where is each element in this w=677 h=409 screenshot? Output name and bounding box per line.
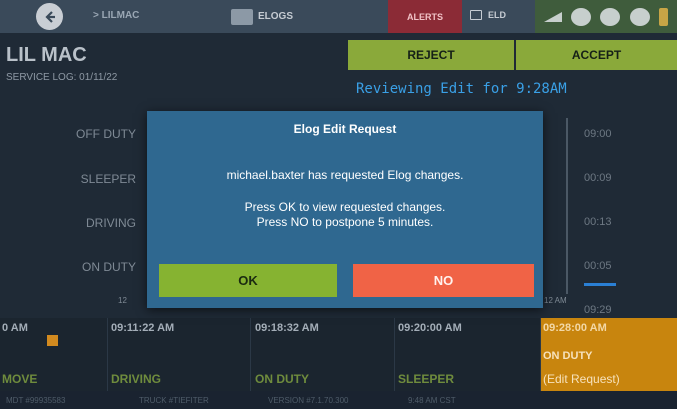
- event-time: 0 AM: [2, 322, 28, 334]
- event-time: 09:20:00 AM: [398, 322, 462, 334]
- footer-time: 9:48 AM CST: [408, 396, 456, 405]
- dialog-message: michael.baxter has requested Elog change…: [226, 168, 464, 182]
- ok-button[interactable]: OK: [159, 264, 337, 297]
- truck-icon: [600, 7, 621, 26]
- row-total-on-duty: 00:05: [584, 260, 612, 272]
- share-icon: [470, 10, 482, 20]
- elogs-icon: [231, 8, 253, 25]
- vehicle-breadcrumb[interactable]: > LILMAC: [93, 10, 139, 21]
- back-button[interactable]: [36, 3, 63, 30]
- event-status: MOVE: [2, 372, 38, 386]
- top-bar: > LILMAC ELOGS ALERTS ELD: [0, 0, 677, 33]
- signal-icon: [543, 11, 562, 22]
- axis-start-label: 12: [118, 296, 127, 305]
- dialog-instruction-no: Press NO to postpone 5 minutes.: [256, 215, 434, 229]
- dialog-instruction-ok: Press OK to view requested changes.: [244, 200, 446, 214]
- gauge-icon: [629, 7, 650, 26]
- reviewing-edit-label: Reviewing Edit for 9:28AM: [356, 81, 567, 97]
- tab-elogs-label: ELOGS: [258, 11, 294, 22]
- back-arrow-icon: [44, 10, 55, 23]
- tab-alerts[interactable]: ALERTS: [388, 0, 462, 33]
- current-event-marker: [47, 335, 58, 346]
- tab-elogs[interactable]: ELOGS: [231, 4, 293, 29]
- row-total-sleeper: 00:09: [584, 172, 612, 184]
- no-button[interactable]: NO: [353, 264, 534, 297]
- globe-icon: [571, 7, 592, 26]
- service-log-date: SERVICE LOG: 01/11/22: [6, 72, 118, 83]
- dialog-title: Elog Edit Request: [293, 122, 397, 136]
- page-title: LIL MAC: [6, 44, 87, 66]
- status-icons: [535, 0, 677, 33]
- event-time: 09:11:22 AM: [111, 322, 175, 334]
- elog-edit-request-dialog: Elog Edit Request michael.baxter has req…: [147, 111, 543, 308]
- event-status: DRIVING: [111, 372, 162, 386]
- edit-event-status: ON DUTY: [543, 350, 593, 362]
- edit-event-note: (Edit Request): [543, 372, 620, 386]
- row-label-sleeper: SLEEPER: [80, 172, 136, 186]
- event-status: SLEEPER: [398, 372, 455, 386]
- tab-eld[interactable]: ELD: [470, 10, 506, 20]
- row-label-driving: DRIVING: [85, 216, 136, 230]
- footer-version: VERSION #7.1.70.300: [268, 396, 349, 405]
- row-total-off-duty: 09:00: [584, 128, 612, 140]
- grid-axis-line: [566, 118, 568, 294]
- status-footer: MDT #99935583 TRUCK #TIEFITER VERSION #7…: [0, 391, 677, 409]
- edit-event-time: 09:28:00 AM: [543, 322, 607, 334]
- axis-end-label: 12 AM: [544, 296, 567, 305]
- row-label-off-duty: OFF DUTY: [76, 127, 136, 141]
- event-time: 09:18:32 AM: [255, 322, 319, 334]
- footer-mdt: MDT #99935583: [6, 396, 66, 405]
- total-divider: [584, 283, 616, 286]
- tab-eld-label: ELD: [488, 10, 506, 20]
- reject-button[interactable]: REJECT: [348, 40, 514, 70]
- battery-icon: [659, 7, 669, 26]
- row-total-driving: 00:13: [584, 216, 612, 228]
- footer-truck: TRUCK #TIEFITER: [139, 396, 209, 405]
- row-label-on-duty: ON DUTY: [82, 260, 136, 274]
- accept-button[interactable]: ACCEPT: [516, 40, 677, 70]
- event-status: ON DUTY: [255, 372, 309, 386]
- grand-total: 09:29: [584, 304, 612, 316]
